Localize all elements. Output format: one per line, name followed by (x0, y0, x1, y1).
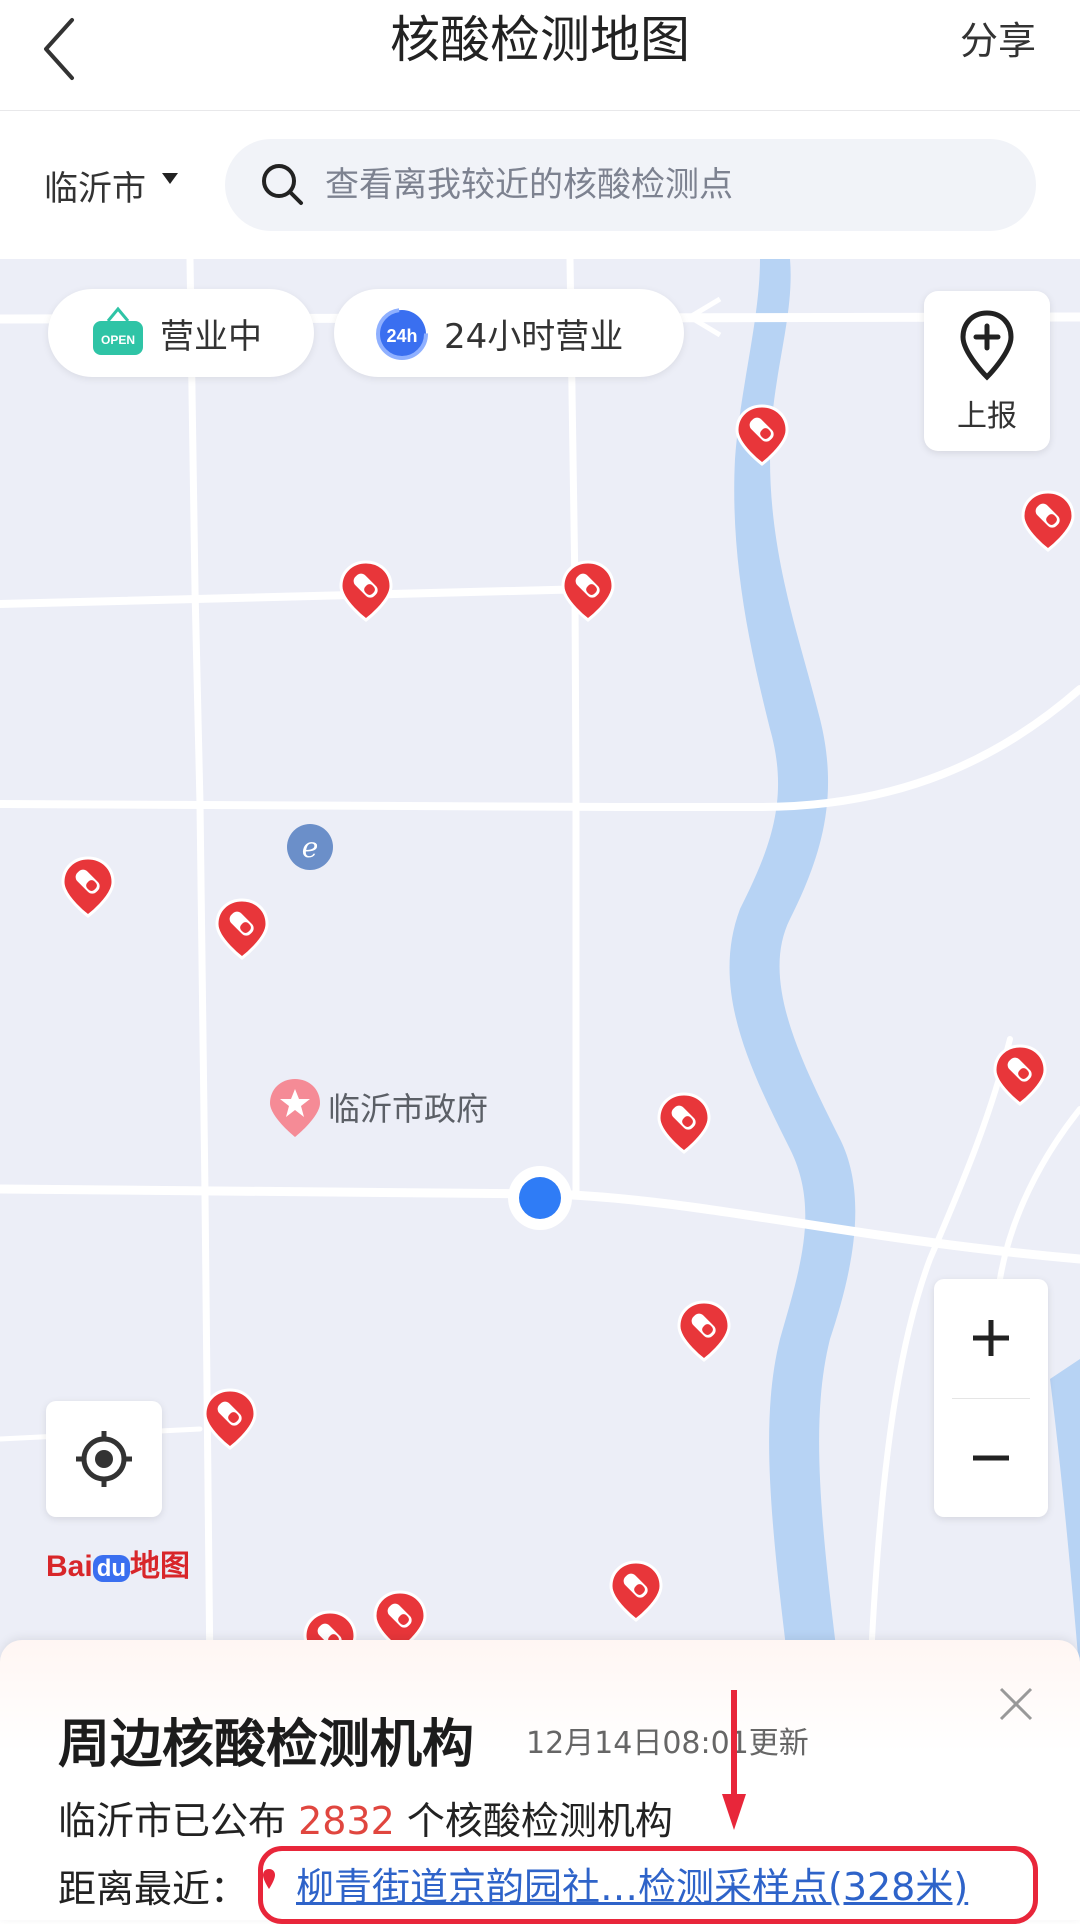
test-site-pin[interactable] (559, 559, 617, 623)
test-site-pin[interactable] (675, 1299, 733, 1363)
locate-me-button[interactable] (46, 1401, 162, 1517)
nearby-sites-panel: 周边核酸检测机构 12月14日08:01更新 临沂市已公布 2832 个核酸检测… (0, 1640, 1080, 1924)
location-pin-icon (263, 1869, 275, 1889)
site-count-number: 2832 (298, 1799, 395, 1843)
test-site-pin[interactable] (201, 1387, 259, 1451)
city-selector[interactable]: 临沂市 (44, 161, 146, 210)
test-site-pin[interactable] (1019, 489, 1077, 553)
test-site-pin[interactable] (337, 559, 395, 623)
nearest-site-link[interactable]: 柳青街道京韵园社…检测采样点(328米) (296, 1856, 968, 1911)
search-placeholder: 查看离我较近的核酸检测点 (325, 165, 733, 205)
update-time: 12月14日08:01更新 (526, 1726, 809, 1761)
crosshair-icon (76, 1431, 132, 1487)
share-button[interactable]: 分享 (960, 10, 1036, 65)
zoom-controls (934, 1279, 1048, 1517)
current-location-dot (508, 1166, 572, 1230)
search-row: 临沂市 查看离我较近的核酸检测点 (0, 111, 1080, 259)
plus-icon (973, 1320, 1009, 1356)
chevron-left-icon[interactable] (40, 14, 80, 84)
zoom-out-button[interactable] (934, 1399, 1048, 1517)
filter-24h[interactable]: 24h 24小时营业 (334, 289, 684, 377)
test-site-pin[interactable] (655, 1091, 713, 1155)
test-site-pin[interactable] (733, 403, 791, 467)
site-count-text: 临沂市已公布 2832 个核酸检测机构 (58, 1799, 673, 1843)
filter-open-now[interactable]: OPEN 营业中 (48, 289, 314, 377)
baidu-map-logo: Bai du 地图 (46, 1550, 191, 1583)
caret-down-icon[interactable] (162, 173, 178, 184)
landmark-label[interactable]: 临沂市政府 (328, 1084, 488, 1130)
test-site-pin[interactable] (59, 855, 117, 919)
search-input[interactable]: 查看离我较近的核酸检测点 (225, 139, 1036, 231)
filter-open-label: 营业中 (160, 316, 262, 357)
header-bar: 核酸检测地图 分享 (0, 0, 1080, 111)
report-label: 上报 (957, 399, 1017, 434)
clock-24h-icon: 24h (376, 308, 428, 360)
landmark-star-icon (270, 1079, 320, 1137)
map-canvas[interactable]: OPEN 营业中 24h 24小时营业 上报 临沂市政府 e Bai du 地图 (0, 259, 1080, 1679)
annotation-arrow (722, 1690, 746, 1830)
filter-24h-label: 24小时营业 (444, 316, 624, 357)
report-button[interactable]: 上报 (924, 291, 1050, 451)
zoom-in-button[interactable] (934, 1279, 1048, 1397)
test-site-pin[interactable] (991, 1043, 1049, 1107)
test-site-pin[interactable] (213, 897, 271, 961)
svg-text:24h: 24h (386, 326, 417, 346)
panel-title: 周边核酸检测机构 (58, 1715, 475, 1775)
river-branch (1050, 1359, 1080, 1679)
nearest-label: 距离最近： (58, 1867, 249, 1911)
open-sign-icon: OPEN (93, 306, 143, 355)
add-location-icon (960, 310, 1014, 381)
river (729, 259, 856, 1679)
search-icon (262, 164, 303, 205)
minus-icon (973, 1455, 1009, 1461)
svg-text:OPEN: OPEN (101, 333, 135, 347)
page-title: 核酸检测地图 (390, 11, 690, 69)
close-icon[interactable] (998, 1686, 1034, 1722)
svg-text:e: e (302, 831, 319, 864)
poi-e-icon[interactable]: e (284, 821, 336, 877)
test-site-pin[interactable] (607, 1559, 665, 1623)
map-base-layer (0, 259, 1080, 1679)
